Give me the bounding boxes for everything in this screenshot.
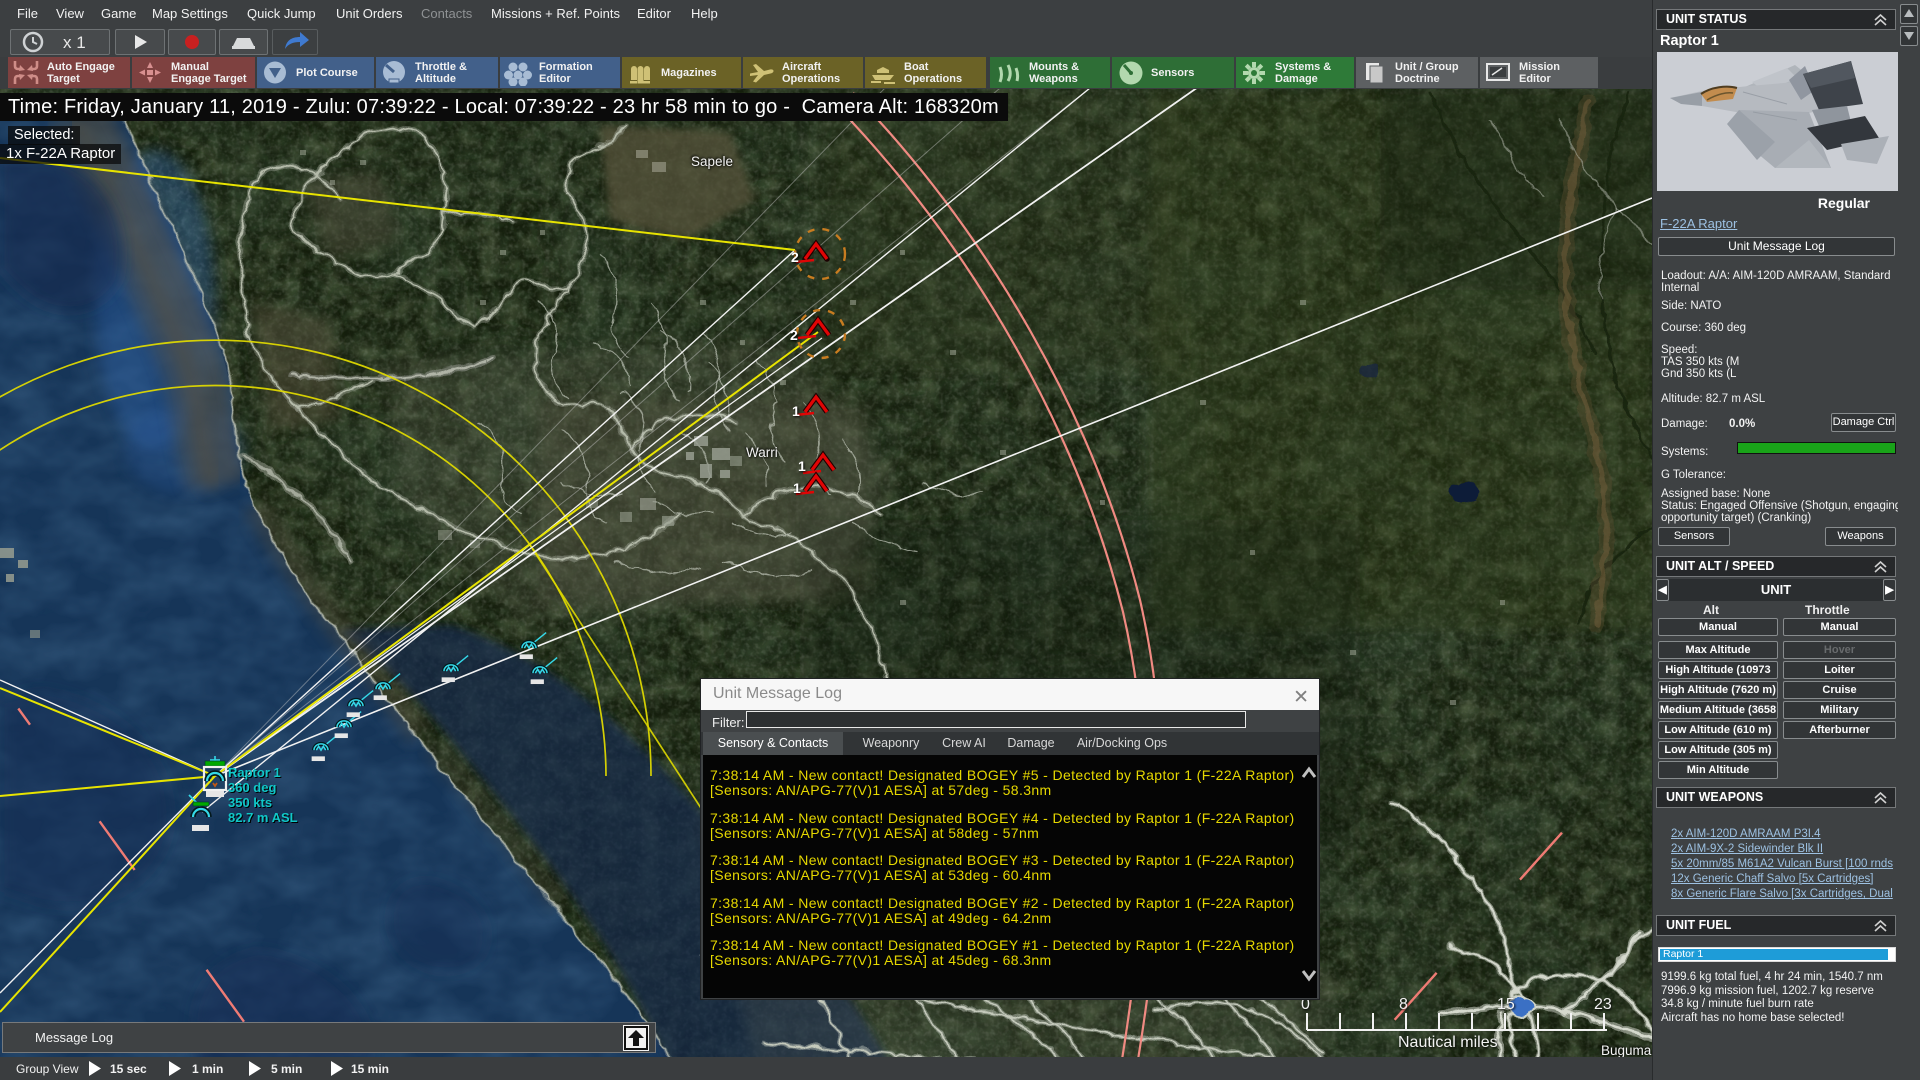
svg-text:82.7 m ASL: 82.7 m ASL xyxy=(228,810,298,825)
svg-text:Warri: Warri xyxy=(746,445,778,460)
svg-text:Buguma: Buguma xyxy=(1601,1043,1652,1058)
svg-text:8: 8 xyxy=(1399,996,1408,1013)
svg-text:15: 15 xyxy=(1497,996,1515,1013)
svg-text:1: 1 xyxy=(793,480,801,496)
svg-text:350 kts: 350 kts xyxy=(228,795,272,810)
svg-text:Sapele: Sapele xyxy=(691,154,733,169)
svg-text:360 deg: 360 deg xyxy=(228,780,276,795)
svg-text:Nautical miles: Nautical miles xyxy=(1398,1034,1498,1051)
svg-text:2: 2 xyxy=(790,327,798,343)
svg-text:1: 1 xyxy=(798,458,806,474)
svg-text:x 1: x 1 xyxy=(63,33,86,52)
svg-text:2: 2 xyxy=(791,249,799,265)
svg-text:1: 1 xyxy=(792,403,800,419)
svg-text:23: 23 xyxy=(1594,996,1612,1013)
svg-text:Raptor 1: Raptor 1 xyxy=(228,765,281,780)
